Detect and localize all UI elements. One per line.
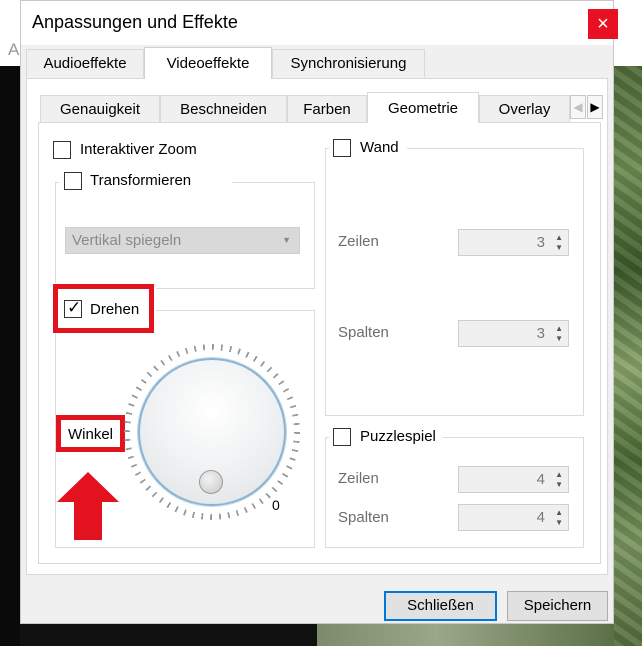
puzzle-cols-spinbox[interactable]: 4 ▲ ▼ — [458, 504, 569, 531]
wall-cols-label: Spalten — [338, 324, 389, 341]
rotate-highlight-box — [53, 284, 154, 333]
tab-genauigkeit[interactable]: Genauigkeit — [40, 95, 160, 122]
wall-rows-value: 3 — [536, 234, 545, 251]
interactive-zoom-checkbox[interactable] — [53, 141, 71, 159]
angle-value: 0 — [272, 497, 280, 513]
puzzle-rows-value: 4 — [536, 471, 545, 488]
puzzle-label: Puzzlespiel — [360, 428, 436, 445]
wall-checkbox[interactable] — [333, 139, 351, 157]
spin-down-icon[interactable]: ▼ — [555, 334, 563, 343]
chevron-left-icon: ◀ — [573, 100, 583, 114]
spin-up-icon[interactable]: ▲ — [555, 324, 563, 333]
tab-farben[interactable]: Farben — [287, 95, 367, 122]
tab-synchronisierung[interactable]: Synchronisierung — [272, 49, 425, 77]
chevron-down-icon: ▼ — [282, 235, 291, 245]
transform-label: Transformieren — [90, 172, 192, 189]
title-bar: Anpassungen und Effekte × — [21, 1, 618, 45]
close-icon: × — [597, 13, 609, 35]
angle-highlight-box — [56, 415, 125, 452]
wall-rows-label: Zeilen — [338, 233, 379, 250]
wall-label: Wand — [360, 139, 399, 156]
red-arrow-icon — [57, 472, 119, 540]
tab-scroll-right-button[interactable]: ▶ — [587, 95, 603, 119]
spin-down-icon[interactable]: ▼ — [555, 243, 563, 252]
tab-videoeffekte[interactable]: Videoeffekte — [144, 47, 272, 79]
tab-geometrie[interactable]: Geometrie — [367, 92, 479, 123]
effects-dialog: Anpassungen und Effekte × Audioeffekte V… — [20, 0, 618, 624]
window-title: Anpassungen und Effekte — [32, 12, 238, 32]
tab-scroll-left-button[interactable]: ◀ — [570, 95, 586, 119]
puzzle-rows-spinbox[interactable]: 4 ▲ ▼ — [458, 466, 569, 493]
puzzle-checkbox[interactable] — [333, 428, 351, 446]
interactive-zoom-label: Interaktiver Zoom — [80, 141, 197, 158]
puzzle-rows-label: Zeilen — [338, 470, 379, 487]
spin-up-icon[interactable]: ▲ — [555, 470, 563, 479]
video-background-right — [614, 66, 642, 646]
transform-checkbox[interactable] — [64, 172, 82, 190]
tab-overlay[interactable]: Overlay — [479, 95, 570, 122]
chevron-right-icon: ▶ — [590, 100, 600, 114]
angle-dial-knob[interactable] — [199, 470, 223, 494]
puzzle-cols-label: Spalten — [338, 509, 389, 526]
save-button[interactable]: Speichern — [507, 591, 608, 621]
spin-up-icon[interactable]: ▲ — [555, 233, 563, 242]
spin-down-icon[interactable]: ▼ — [555, 518, 563, 527]
background-text: A — [8, 40, 20, 59]
wall-cols-value: 3 — [536, 325, 545, 342]
spin-up-icon[interactable]: ▲ — [555, 508, 563, 517]
video-background-bottom — [20, 624, 614, 646]
close-button[interactable]: Schließen — [384, 591, 497, 621]
puzzle-cols-value: 4 — [536, 509, 545, 526]
spin-down-icon[interactable]: ▼ — [555, 480, 563, 489]
video-background-left — [0, 66, 20, 646]
wall-rows-spinbox[interactable]: 3 ▲ ▼ — [458, 229, 569, 256]
transform-combo[interactable]: Vertikal spiegeln ▼ — [65, 227, 300, 254]
tab-audioeffekte[interactable]: Audioeffekte — [26, 49, 144, 77]
wall-cols-spinbox[interactable]: 3 ▲ ▼ — [458, 320, 569, 347]
transform-combo-value: Vertikal spiegeln — [72, 232, 182, 249]
tab-beschneiden[interactable]: Beschneiden — [160, 95, 287, 122]
close-window-button[interactable]: × — [588, 9, 618, 39]
wall-group — [325, 148, 584, 416]
top-tab-bar: Audioeffekte Videoeffekte Synchronisieru… — [21, 47, 613, 79]
